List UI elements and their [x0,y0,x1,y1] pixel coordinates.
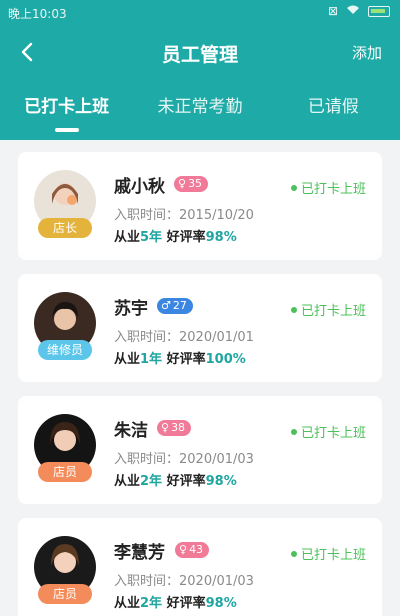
status-dot [290,428,297,435]
add-button[interactable]: 添加 [352,42,382,63]
status-badge: 已打卡上班 [290,300,366,319]
years-value: 5年 [140,230,163,245]
status-bar: 晚上10:03 ⊠ [0,0,400,24]
employee-card[interactable]: 店员 朱洁 ♀ 38 入职时间：2020/01/03 从业2年 好评率98% 已… [18,396,382,504]
employee-name: 李慧芳 [114,543,165,563]
stats-row: 从业2年 好评率98% [114,470,237,489]
employee-name: 朱洁 [114,421,148,441]
status-text: 已打卡上班 [300,304,366,319]
status-dot [290,550,297,557]
joined-date: 2020/01/03 [179,574,254,589]
avatar-wrap: 店员 [34,414,96,482]
status-badge: 已打卡上班 [290,178,366,197]
rating-label: 好评率 [166,230,206,245]
joined-label: 入职时间： [114,208,180,223]
sim-icon: ⊠ [327,4,338,18]
rating-value: 98% [205,596,237,611]
role-badge: 店员 [38,584,92,604]
age-value: 38 [171,421,186,434]
rating-label: 好评率 [166,352,206,367]
years-prefix: 从业 [114,474,141,489]
years-prefix: 从业 [114,352,141,367]
avatar-wrap: 店长 [34,170,96,238]
employee-card[interactable]: 店长 戚小秋 ♀ 35 入职时间：2015/10/20 从业5年 好评率98% … [18,152,382,260]
status-time: 晚上10:03 [8,7,67,21]
status-badge: 已打卡上班 [290,544,366,563]
tab-label: 已打卡上班 [24,97,110,117]
tab-label: 未正常考勤 [157,97,243,117]
employee-card[interactable]: 店员 李慧芳 ♀ 43 入职时间：2020/01/03 从业2年 好评率98% … [18,518,382,616]
stats-row: 从业2年 好评率98% [114,592,237,611]
joined-row: 入职时间：2015/10/20 [114,204,254,223]
age-badge: ♀ 38 [157,420,192,436]
rating-label: 好评率 [166,596,206,611]
role-badge: 维修员 [38,340,92,360]
stats-row: 从业1年 好评率100% [114,348,246,367]
status-badge: 已打卡上班 [290,422,366,441]
joined-date: 2020/01/03 [179,452,254,467]
joined-label: 入职时间： [114,452,180,467]
years-value: 2年 [140,474,163,489]
page-title: 员工管理 [161,44,238,66]
employee-card[interactable]: 维修员 苏宇 ♂ 27 入职时间：2020/01/01 从业1年 好评率100%… [18,274,382,382]
tab-clocked-in[interactable]: 已打卡上班 [0,92,133,132]
navbar: 员工管理 添加 [0,28,400,78]
rating-value: 100% [205,352,246,367]
wifi-icon [346,4,360,18]
status-text: 已打卡上班 [300,548,366,563]
joined-row: 入职时间：2020/01/03 [114,448,254,467]
stats-row: 从业5年 好评率98% [114,226,237,245]
tab-indicator [54,128,79,132]
years-prefix: 从业 [114,596,141,611]
years-prefix: 从业 [114,230,141,245]
age-value: 35 [188,177,203,190]
age-value: 27 [172,299,187,312]
tab-abnormal-attendance[interactable]: 未正常考勤 [133,92,266,132]
joined-date: 2015/10/20 [179,208,254,223]
status-dot [290,306,297,313]
rating-value: 98% [205,230,237,245]
joined-row: 入职时间：2020/01/03 [114,570,254,589]
female-icon: ♀ [178,177,187,190]
status-icons: ⊠ [328,4,390,18]
joined-label: 入职时间： [114,574,180,589]
status-dot [290,184,297,191]
app-header: 晚上10:03 ⊠ 员工管理 添加 已打卡上班 未正常考勤 已请假 [0,0,400,140]
rating-value: 98% [205,474,237,489]
age-badge: ♀ 35 [174,176,209,192]
male-icon: ♂ [161,299,171,312]
role-badge: 店长 [38,218,92,238]
female-icon: ♀ [179,543,188,556]
employee-name: 苏宇 [114,299,148,319]
status-text: 已打卡上班 [300,182,366,197]
tab-bar: 已打卡上班 未正常考勤 已请假 [0,92,400,132]
years-value: 2年 [140,596,163,611]
status-text: 已打卡上班 [300,426,366,441]
tab-label: 已请假 [307,97,359,117]
age-badge: ♂ 27 [157,298,193,314]
battery-icon [368,5,390,17]
age-value: 43 [189,543,204,556]
avatar-wrap: 店员 [34,536,96,604]
joined-label: 入职时间： [114,330,180,345]
female-icon: ♀ [161,421,170,434]
role-badge: 店员 [38,462,92,482]
tab-on-leave[interactable]: 已请假 [267,92,400,132]
joined-row: 入职时间：2020/01/01 [114,326,254,345]
joined-date: 2020/01/01 [179,330,254,345]
rating-label: 好评率 [166,474,206,489]
age-badge: ♀ 43 [175,542,210,558]
years-value: 1年 [140,352,163,367]
avatar-wrap: 维修员 [34,292,96,360]
employee-name: 戚小秋 [114,177,165,197]
